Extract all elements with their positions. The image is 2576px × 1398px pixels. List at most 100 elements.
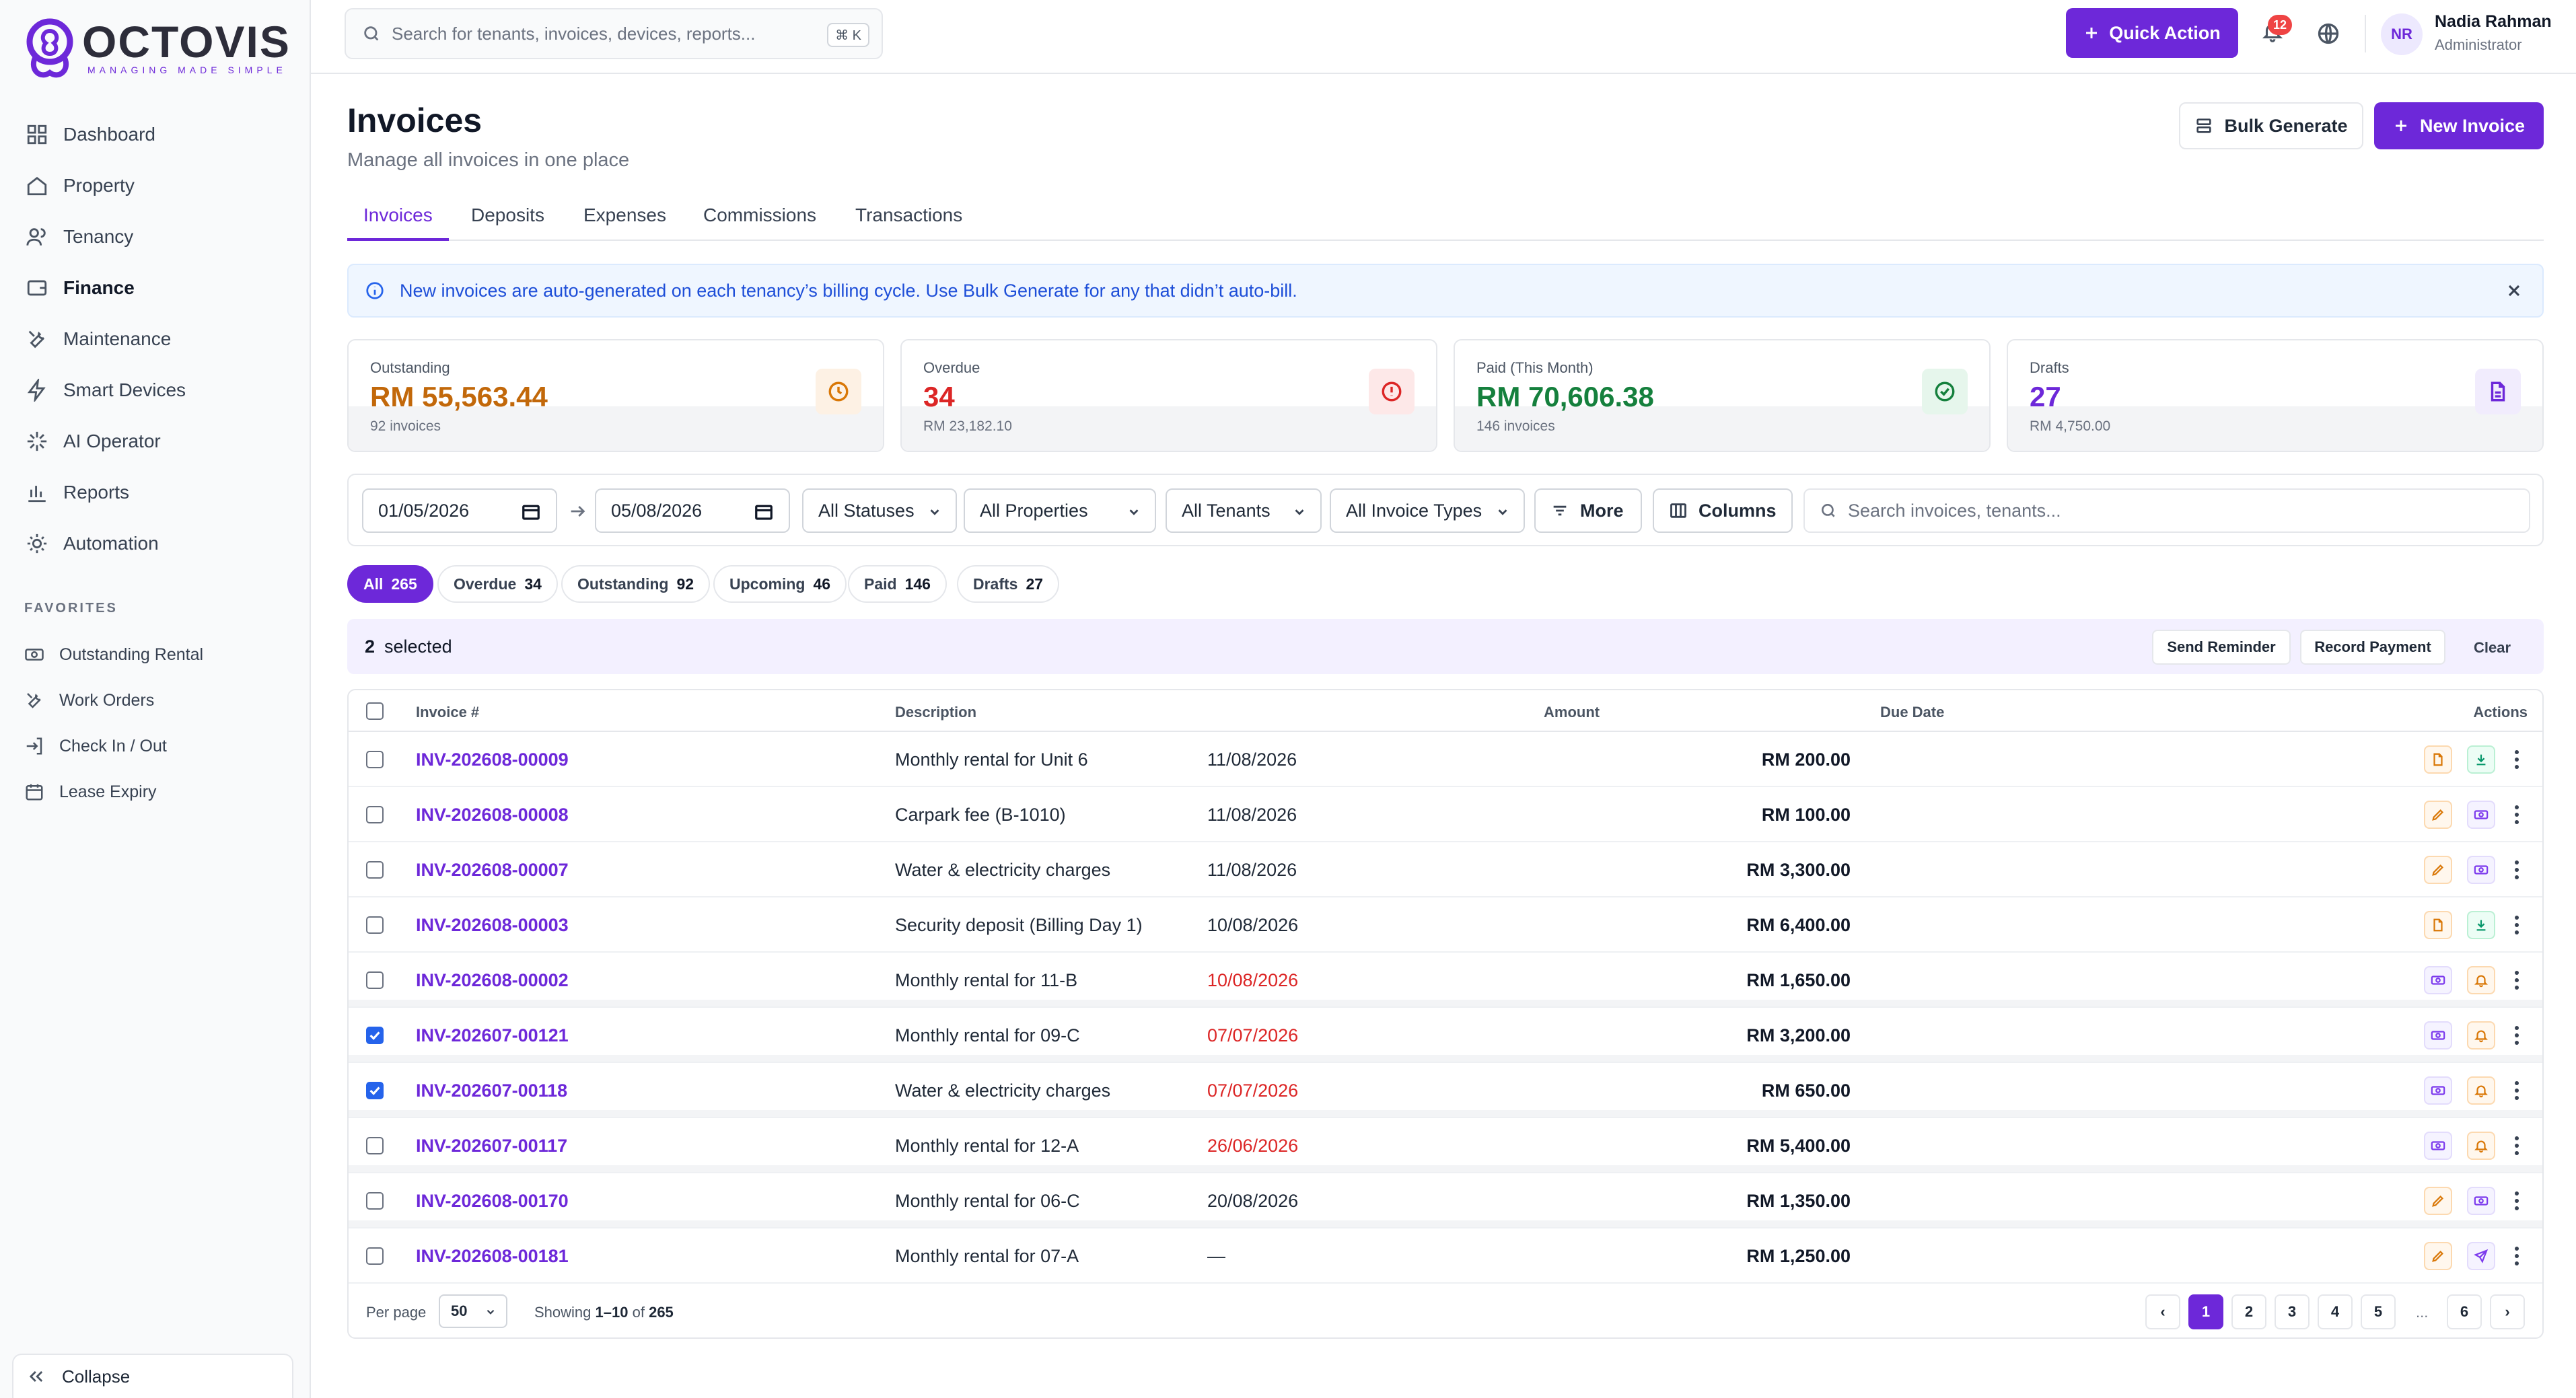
row-action-bell-button[interactable]	[2467, 1132, 2495, 1160]
row-action-pencil-button[interactable]	[2424, 1242, 2452, 1270]
sidebar-item-dashboard[interactable]: Dashboard	[0, 109, 310, 160]
col-amount[interactable]: Amount	[1544, 704, 1600, 721]
row-more-button[interactable]	[2514, 860, 2519, 880]
user-name[interactable]: Nadia Rahman	[2435, 12, 2552, 32]
next-page-button[interactable]: ›	[2490, 1294, 2525, 1329]
sidebar-item-automation[interactable]: Automation	[0, 518, 310, 569]
row-action-pencil-button[interactable]	[2424, 801, 2452, 829]
favorite-work-orders[interactable]: Work Orders	[0, 677, 310, 723]
invoice-number-link[interactable]: INV-202608-00003	[416, 915, 569, 936]
pill-paid[interactable]: Paid 146	[848, 565, 947, 603]
date-from-input[interactable]: 01/05/2026	[362, 488, 557, 533]
stat-card-outstanding[interactable]: Outstanding RM 55,563.44 92 invoices	[347, 339, 884, 452]
table-row[interactable]: INV-202608-00003 Security deposit (Billin…	[349, 897, 2542, 953]
row-more-button[interactable]	[2514, 1025, 2519, 1045]
more-filters-button[interactable]: More	[1534, 488, 1642, 533]
row-action-bell-button[interactable]	[2467, 966, 2495, 994]
row-more-button[interactable]	[2514, 915, 2519, 935]
row-checkbox[interactable]	[366, 1137, 384, 1154]
row-action-bell-button[interactable]	[2467, 1021, 2495, 1050]
row-action-pencil-button[interactable]	[2424, 856, 2452, 884]
properties-select[interactable]: All Properties	[964, 488, 1156, 533]
table-row[interactable]: INV-202607-00121 Monthly rental for 09-C R…	[349, 1008, 2542, 1063]
pill-all[interactable]: All 265	[347, 565, 433, 603]
sidebar-item-tenancy[interactable]: Tenancy	[0, 211, 310, 262]
row-more-button[interactable]	[2514, 1246, 2519, 1266]
collapse-sidebar-button[interactable]: Collapse	[12, 1354, 293, 1398]
tab-deposits[interactable]: Deposits	[471, 205, 544, 241]
page-button-6[interactable]: 6	[2447, 1294, 2482, 1329]
prev-page-button[interactable]: ‹	[2145, 1294, 2180, 1329]
pill-overdue[interactable]: Overdue 34	[437, 565, 558, 603]
clear-selection-button[interactable]: Clear	[2474, 639, 2511, 657]
row-action-file-button[interactable]	[2424, 745, 2452, 774]
columns-button[interactable]: Columns	[1653, 488, 1793, 533]
row-action-cash-button[interactable]	[2424, 1076, 2452, 1105]
row-action-cash-button[interactable]	[2467, 801, 2495, 829]
stat-card-paid[interactable]: Paid (This Month) RM 70,606.38 146 invoi…	[1454, 339, 1991, 452]
global-search-input[interactable]: Search for tenants, invoices, devices, r…	[345, 8, 883, 59]
banner-close-button[interactable]	[2505, 281, 2524, 300]
favorite-outstanding-rental[interactable]: Outstanding Rental	[0, 632, 310, 677]
tab-expenses[interactable]: Expenses	[583, 205, 666, 241]
row-action-file-button[interactable]	[2424, 911, 2452, 939]
page-button-3[interactable]: 3	[2275, 1294, 2310, 1329]
tab-commissions[interactable]: Commissions	[703, 205, 816, 241]
quick-action-button[interactable]: Quick Action	[2066, 8, 2238, 58]
page-button-5[interactable]: 5	[2361, 1294, 2396, 1329]
row-action-download-button[interactable]	[2467, 911, 2495, 939]
row-action-bell-button[interactable]	[2467, 1076, 2495, 1105]
row-checkbox[interactable]	[366, 806, 384, 823]
language-button[interactable]	[2316, 22, 2340, 46]
bulk-generate-button[interactable]: Bulk Generate	[2179, 102, 2363, 149]
stat-card-drafts[interactable]: Drafts 27 RM 4,750.00	[2007, 339, 2544, 452]
page-button-2[interactable]: 2	[2231, 1294, 2266, 1329]
row-more-button[interactable]	[2514, 1191, 2519, 1211]
invoice-number-link[interactable]: INV-202608-00007	[416, 860, 569, 881]
table-row[interactable]: INV-202607-00117 Monthly rental for 12-A R…	[349, 1118, 2542, 1173]
row-more-button[interactable]	[2514, 1080, 2519, 1101]
status-select[interactable]: All Statuses	[802, 488, 957, 533]
row-more-button[interactable]	[2514, 749, 2519, 770]
row-action-cash-button[interactable]	[2467, 856, 2495, 884]
invoice-number-link[interactable]: INV-202608-00002	[416, 970, 569, 991]
col-due-date[interactable]: Due Date	[1880, 704, 1944, 721]
table-row[interactable]: INV-202608-00170 Monthly rental for 06-C R…	[349, 1173, 2542, 1228]
sidebar-item-finance[interactable]: Finance	[0, 262, 310, 314]
new-invoice-button[interactable]: New Invoice	[2374, 102, 2544, 149]
row-action-cash-button[interactable]	[2424, 1132, 2452, 1160]
invoice-search-input[interactable]: Search invoices, tenants...	[1803, 488, 2530, 533]
stat-card-overdue[interactable]: Overdue 34 RM 23,182.10	[900, 339, 1437, 452]
row-checkbox[interactable]	[366, 1082, 384, 1099]
row-checkbox[interactable]	[366, 971, 384, 989]
record-payment-button[interactable]: Record Payment	[2300, 630, 2445, 665]
logo[interactable]: OCTOVIS MANAGING MADE SIMPLE	[23, 16, 291, 81]
date-to-input[interactable]: 05/08/2026	[595, 488, 790, 533]
col-description[interactable]: Description	[895, 704, 976, 721]
favorite-lease-expiry[interactable]: Lease Expiry	[0, 769, 310, 815]
row-action-pencil-button[interactable]	[2424, 1187, 2452, 1215]
table-row[interactable]: INV-202608-00008 Carpark fee (B-1010) RM 1…	[349, 787, 2542, 842]
send-reminder-button[interactable]: Send Reminder	[2152, 630, 2291, 665]
tab-transactions[interactable]: Transactions	[855, 205, 962, 241]
tenants-select[interactable]: All Tenants	[1166, 488, 1322, 533]
sidebar-item-ai-operator[interactable]: AI Operator	[0, 416, 310, 467]
row-checkbox[interactable]	[366, 1192, 384, 1210]
row-more-button[interactable]	[2514, 805, 2519, 825]
invoice-number-link[interactable]: INV-202608-00008	[416, 805, 569, 825]
invoice-number-link[interactable]: INV-202608-00170	[416, 1191, 569, 1212]
pill-upcoming[interactable]: Upcoming 46	[713, 565, 847, 603]
row-checkbox[interactable]	[366, 861, 384, 879]
invoice-number-link[interactable]: INV-202608-00009	[416, 749, 569, 770]
sidebar-item-reports[interactable]: Reports	[0, 467, 310, 518]
select-all-checkbox[interactable]	[366, 702, 384, 720]
table-row[interactable]: INV-202608-00007 Water & electricity char…	[349, 842, 2542, 897]
table-row[interactable]: INV-202608-00002 Monthly rental for 11-B R…	[349, 953, 2542, 1008]
pill-drafts[interactable]: Drafts 27	[957, 565, 1060, 603]
table-row[interactable]: INV-202607-00118 Water & electricity char…	[349, 1063, 2542, 1118]
sidebar-item-property[interactable]: Property	[0, 160, 310, 211]
row-checkbox[interactable]	[366, 751, 384, 768]
row-action-cash-button[interactable]	[2467, 1187, 2495, 1215]
table-row[interactable]: INV-202608-00009 Monthly rental for Unit …	[349, 732, 2542, 787]
table-row[interactable]: INV-202608-00181 Monthly rental for 07-A R…	[349, 1228, 2542, 1284]
